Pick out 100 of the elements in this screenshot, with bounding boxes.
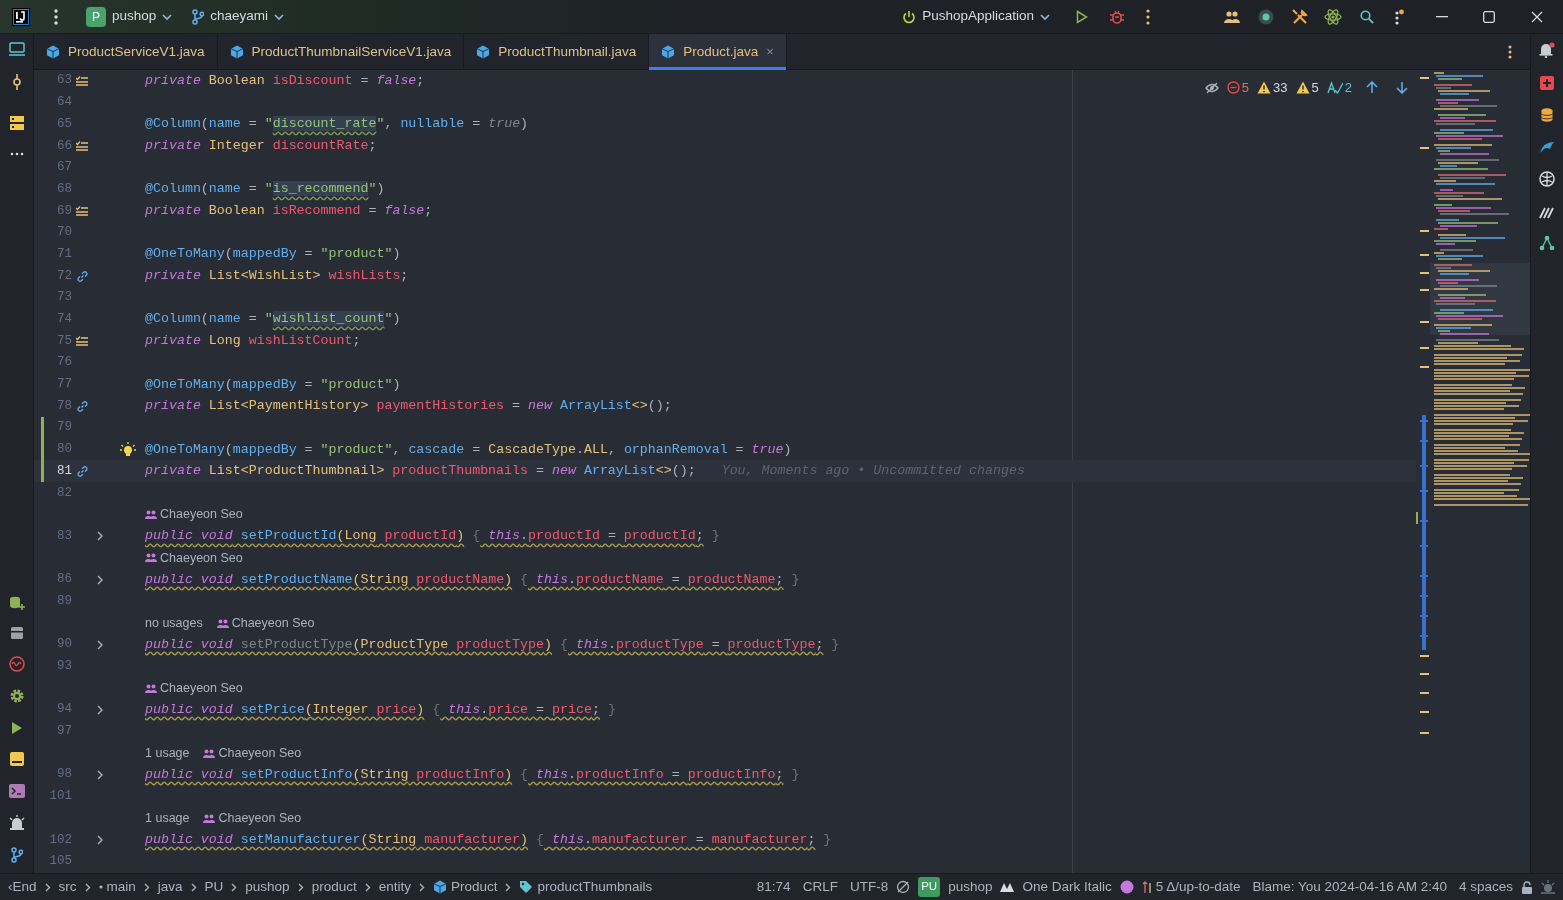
branch-selector[interactable]: chaeyami: [186, 2, 291, 31]
minimize-icon[interactable]: [1436, 15, 1448, 18]
caret-position[interactable]: 81:74: [756, 876, 791, 898]
structure-icon[interactable]: [9, 116, 24, 130]
plugin-icon[interactable]: [1540, 76, 1554, 90]
breadcrumb-item[interactable]: product: [311, 876, 357, 898]
breadcrumb-item[interactable]: pushop: [245, 876, 290, 898]
eye-slash-icon[interactable]: [1204, 81, 1219, 94]
change-marker[interactable]: [41, 460, 44, 483]
field-list-icon[interactable]: [76, 75, 88, 86]
chevron-icon[interactable]: [96, 769, 104, 780]
breadcrumb-item[interactable]: Product: [432, 876, 498, 898]
run-icon[interactable]: [11, 722, 22, 734]
people-icon[interactable]: [1224, 10, 1240, 23]
status-dot-icon[interactable]: [1119, 880, 1134, 894]
commit-icon[interactable]: [11, 74, 22, 90]
file-tab[interactable]: Product.java ×: [649, 34, 787, 70]
people-icon: [203, 813, 216, 823]
more-icon[interactable]: [9, 152, 24, 156]
chevron-icon[interactable]: [96, 574, 104, 585]
chevron-icon[interactable]: [96, 704, 104, 715]
field-list-icon[interactable]: [76, 205, 88, 216]
field-list-icon[interactable]: [76, 140, 88, 151]
author-hint[interactable]: Chaeyeon Seo: [145, 678, 243, 698]
gear-icon[interactable]: [8, 688, 25, 704]
usages-hint[interactable]: no usages: [145, 613, 203, 633]
database-icon[interactable]: [1541, 108, 1553, 122]
more-icon[interactable]: [1395, 8, 1404, 25]
author-hint[interactable]: Chaeyeon Seo: [145, 548, 243, 568]
chevron-icon[interactable]: [96, 531, 104, 542]
code-line: @Column(name = "wishlist_count"): [145, 310, 401, 329]
file-tab[interactable]: ProductThumbnailServiceV1.java: [217, 34, 465, 70]
theme-name[interactable]: One Dark Italic: [1022, 876, 1112, 898]
usages-hint[interactable]: 1 usage: [145, 808, 190, 828]
chevron-icon[interactable]: [96, 834, 104, 845]
change-marker[interactable]: [41, 438, 44, 461]
lock-icon[interactable]: [1521, 880, 1533, 894]
project-name[interactable]: pushop: [948, 876, 993, 898]
author-hint[interactable]: Chaeyeon Seo: [216, 613, 315, 633]
breadcrumb-item[interactable]: productThumbnails: [519, 876, 653, 898]
line-separator[interactable]: CRLF: [802, 876, 838, 898]
no-inspection-icon[interactable]: [896, 880, 911, 894]
run-icon[interactable]: [1076, 9, 1088, 24]
indent-setting[interactable]: 4 spaces: [1458, 876, 1513, 898]
warnings-count[interactable]: 33: [1257, 78, 1288, 98]
line-number: 86: [56, 571, 72, 589]
breadcrumb-item[interactable]: entity: [378, 876, 411, 898]
weak-warnings-count[interactable]: 5: [1295, 78, 1319, 98]
tools-icon[interactable]: [1292, 8, 1308, 25]
typos-count[interactable]: 2: [1326, 78, 1352, 98]
blame-info[interactable]: Blame: You 2024-04-16 AM 2:40: [1252, 876, 1447, 898]
chevron-icon[interactable]: [96, 639, 104, 650]
field-list-icon[interactable]: [76, 336, 88, 347]
link-icon[interactable]: [76, 270, 88, 282]
notes-icon[interactable]: [9, 752, 24, 766]
breadcrumb-item[interactable]: main: [98, 876, 136, 898]
vcs-status[interactable]: 5 Δ/up-to-date: [1141, 876, 1241, 898]
more-icon[interactable]: [1146, 8, 1150, 25]
breadcrumb-item[interactable]: PU: [204, 876, 224, 898]
pulse-icon[interactable]: [8, 656, 25, 672]
errors-count[interactable]: 5: [1226, 78, 1250, 98]
search-icon[interactable]: [1360, 9, 1374, 24]
archive-icon[interactable]: [9, 626, 24, 640]
link-icon[interactable]: [76, 400, 88, 412]
author-hint[interactable]: Chaeyeon Seo: [203, 743, 302, 763]
code-line: private Boolean isRecommend = false;: [145, 202, 433, 220]
breadcrumb-item[interactable]: src: [58, 876, 77, 898]
close-icon[interactable]: [1531, 10, 1543, 23]
maximize-icon[interactable]: [1483, 10, 1495, 23]
assistant-icon[interactable]: [1541, 880, 1555, 894]
debug-icon[interactable]: [1110, 8, 1124, 25]
usages-hint[interactable]: 1 usage: [145, 743, 190, 763]
breadcrumb-item[interactable]: ‹End: [8, 876, 37, 898]
author-hint[interactable]: Chaeyeon Seo: [203, 808, 302, 828]
line-number: 69: [56, 202, 72, 220]
database-add-icon[interactable]: [8, 596, 25, 610]
menu-icon[interactable]: [54, 8, 58, 25]
alarm-icon[interactable]: [8, 815, 25, 831]
theme-icon[interactable]: [1000, 882, 1015, 892]
project-icon[interactable]: [8, 42, 25, 56]
previous-icon[interactable]: [1366, 81, 1378, 95]
record-icon[interactable]: [1258, 8, 1274, 25]
more-icon[interactable]: [1508, 45, 1512, 59]
terminal-icon[interactable]: [8, 784, 25, 798]
branch-icon[interactable]: [10, 847, 23, 863]
next-icon[interactable]: [1396, 81, 1408, 95]
graph-icon[interactable]: [1539, 235, 1555, 251]
file-tab[interactable]: ProductServiceV1.java: [34, 34, 218, 70]
bell-icon[interactable]: [1539, 42, 1555, 58]
bulb-icon[interactable]: [119, 441, 136, 458]
project-selector[interactable]: P pushop: [80, 2, 179, 31]
author-hint[interactable]: Chaeyeon Seo: [145, 505, 243, 524]
close-tab-icon[interactable]: ×: [766, 42, 774, 62]
run-configuration-selector[interactable]: PushopApplication: [896, 2, 1056, 31]
breadcrumb-item[interactable]: java: [157, 876, 183, 898]
change-marker[interactable]: [41, 417, 44, 439]
file-encoding[interactable]: UTF-8: [849, 876, 889, 898]
link-icon[interactable]: [76, 465, 88, 477]
app-logo-icon[interactable]: [12, 7, 30, 26]
atom-icon[interactable]: [1324, 7, 1342, 26]
